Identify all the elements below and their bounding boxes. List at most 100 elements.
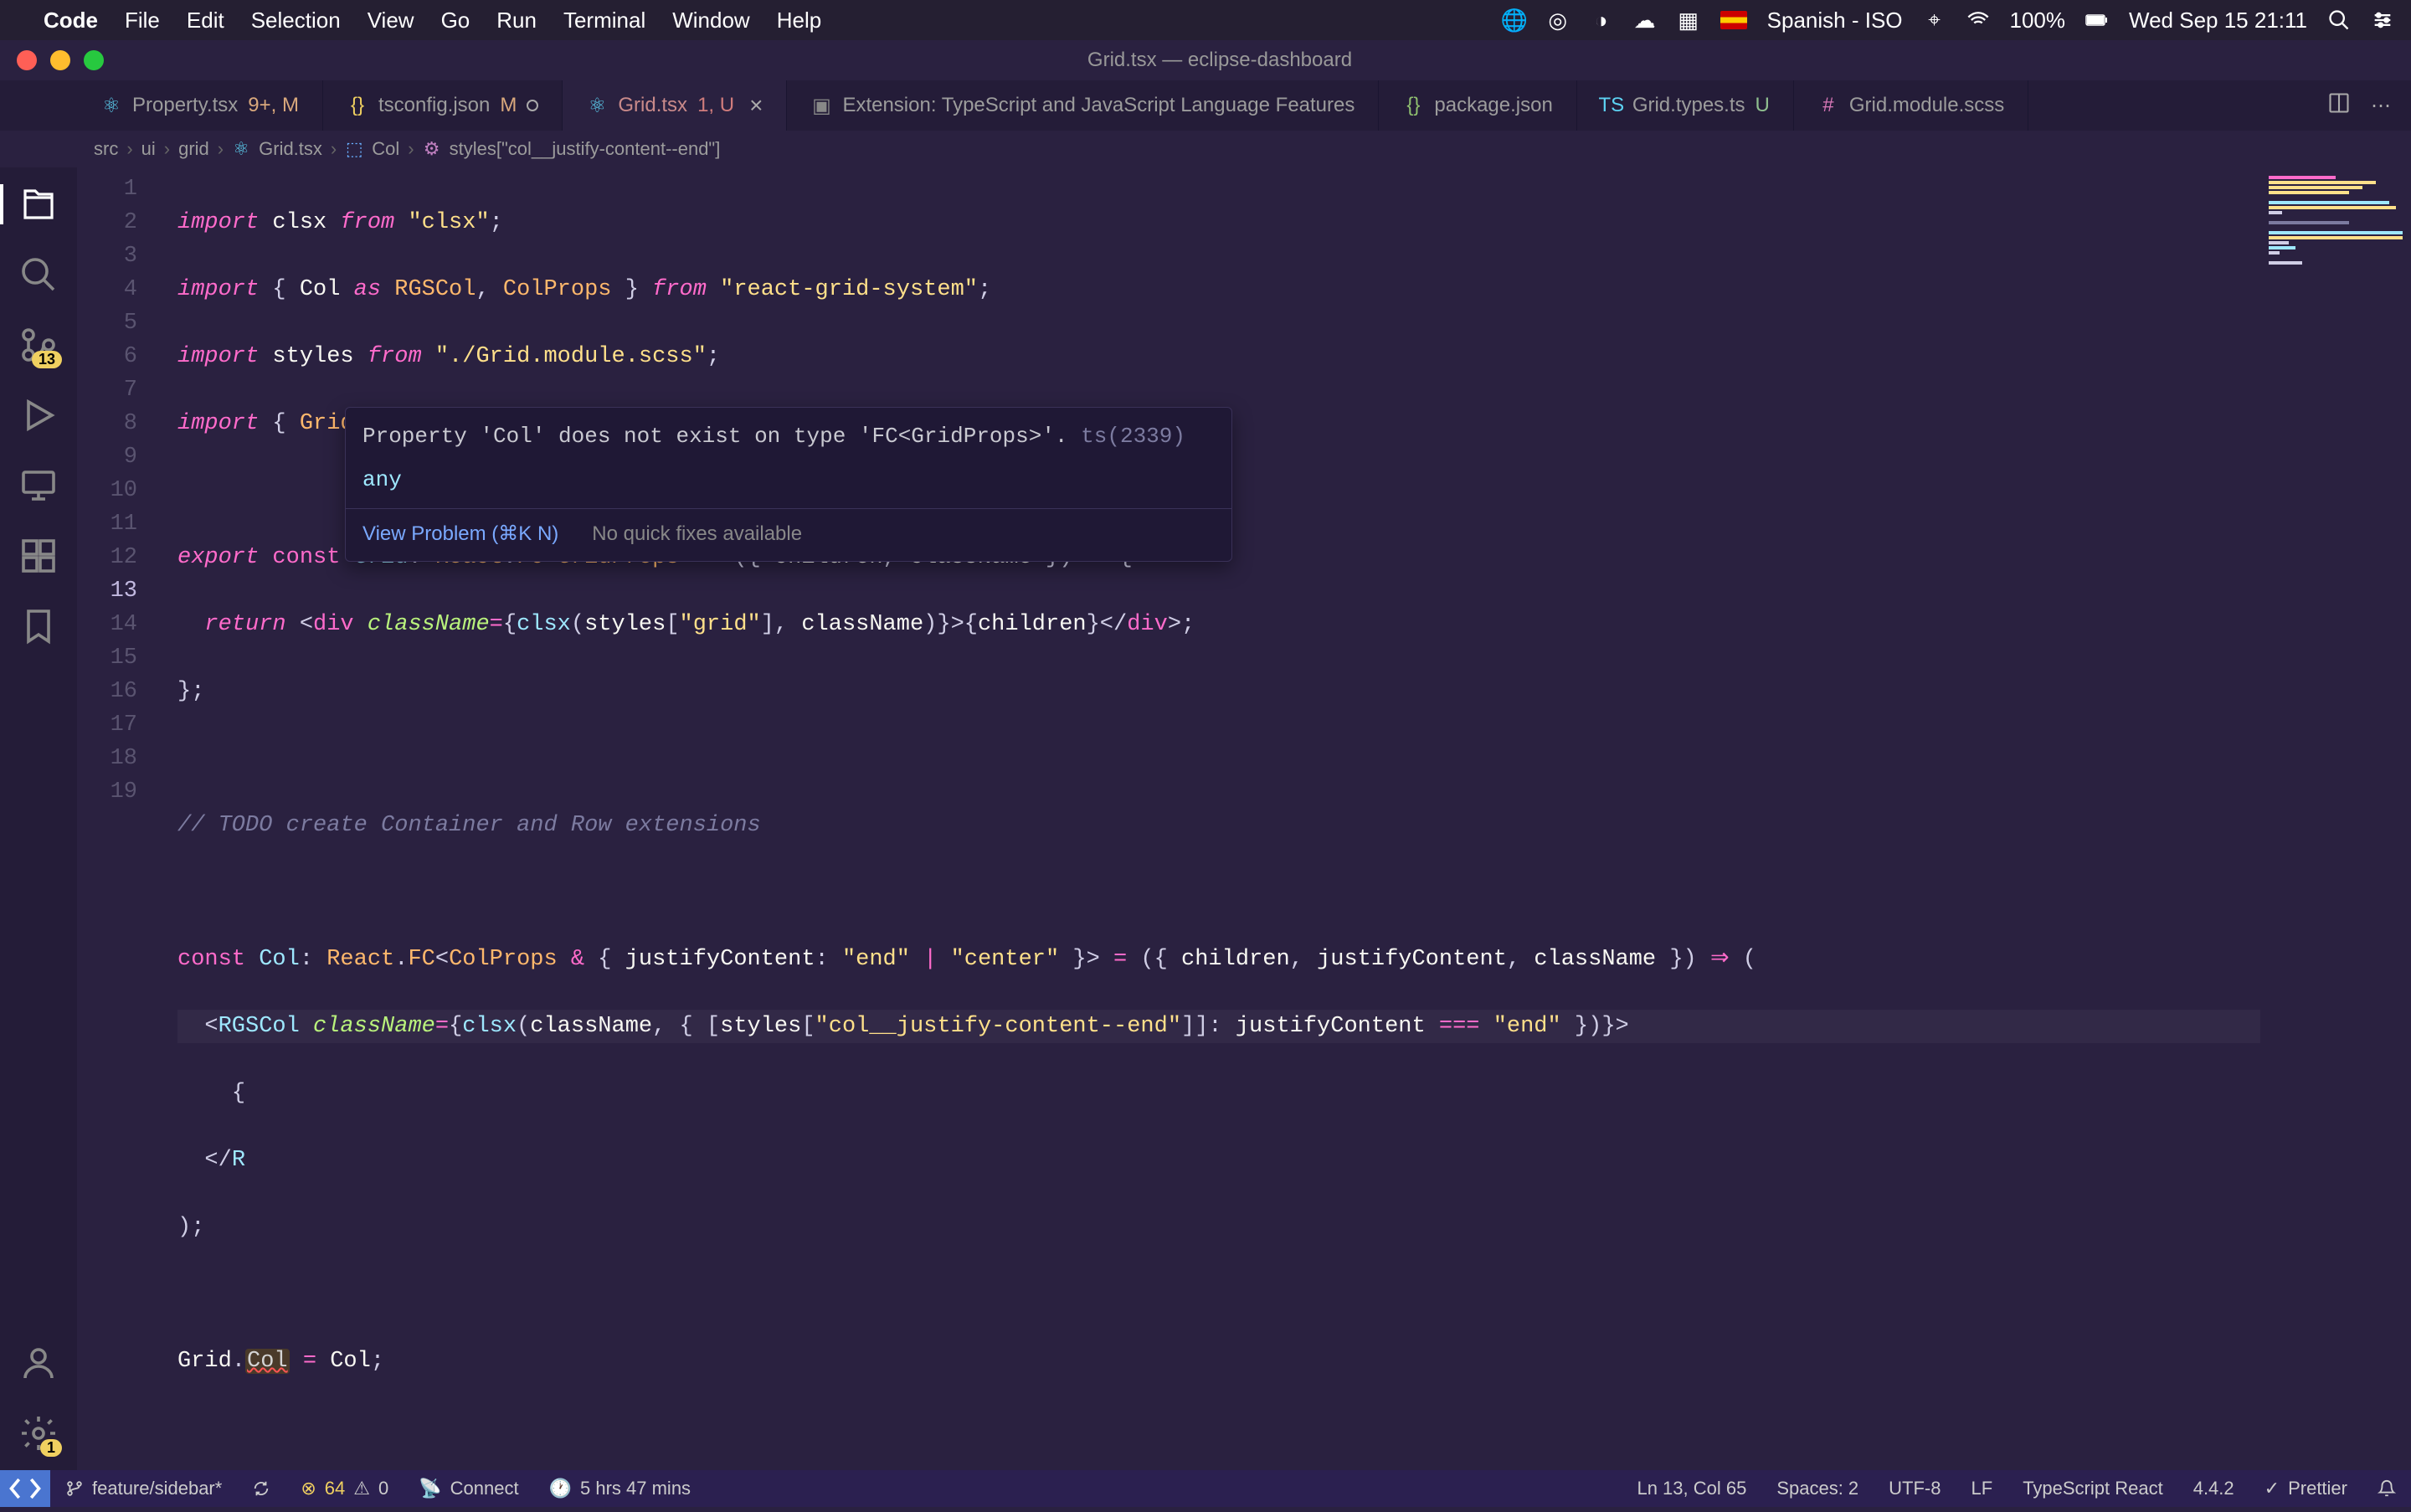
spotlight-icon[interactable]	[2327, 8, 2351, 32]
input-source-flag-icon[interactable]	[1720, 11, 1747, 29]
tab-grid-types[interactable]: TS Grid.types.ts U	[1577, 80, 1794, 131]
battery-icon[interactable]	[2085, 8, 2109, 32]
tab-close-button[interactable]: ×	[749, 92, 763, 119]
menu-run[interactable]: Run	[496, 8, 537, 33]
macos-menubar: Code File Edit Selection View Go Run Ter…	[0, 0, 2411, 40]
breadcrumb-item[interactable]: src	[94, 138, 118, 160]
menu-file[interactable]: File	[125, 8, 160, 33]
close-window-button[interactable]	[17, 50, 37, 70]
input-source-label[interactable]: Spanish - ISO	[1767, 8, 1903, 33]
breadcrumb[interactable]: src› ui› grid› ⚛ Grid.tsx› ⬚ Col› ⚙ styl…	[0, 131, 2411, 167]
app-name[interactable]: Code	[44, 8, 98, 33]
tab-tsconfig[interactable]: {} tsconfig.json M	[323, 80, 563, 131]
wifi-icon[interactable]	[1966, 8, 1990, 32]
editor-tabs: ⚛ Property.tsx 9+, M {} tsconfig.json M …	[0, 80, 2411, 131]
check-icon: ✓	[2264, 1478, 2280, 1499]
breadcrumb-item[interactable]: Col	[372, 138, 399, 160]
source-control-icon[interactable]: 13	[18, 325, 59, 365]
sync-icon	[252, 1479, 270, 1498]
prettier-indicator[interactable]: ✓ Prettier	[2249, 1478, 2362, 1499]
split-editor-icon[interactable]	[2327, 91, 2351, 121]
datetime[interactable]: Wed Sep 15 21:11	[2129, 8, 2307, 33]
notifications-icon[interactable]	[2362, 1479, 2411, 1498]
bookmarks-icon[interactable]	[18, 606, 59, 646]
line-number-gutter: 12345678910111213141516171819	[77, 167, 161, 809]
indentation[interactable]: Spaces: 2	[1761, 1478, 1874, 1499]
extensions-icon[interactable]	[18, 536, 59, 576]
menu-help[interactable]: Help	[777, 8, 821, 33]
more-actions-icon[interactable]: ⋯	[2371, 94, 2391, 118]
code-lines[interactable]: import clsx from "clsx"; import { Col as…	[77, 167, 2411, 1512]
explorer-icon[interactable]	[18, 184, 59, 224]
tab-suffix: U	[1756, 94, 1770, 117]
breadcrumb-item[interactable]: Grid.tsx	[259, 138, 322, 160]
problems-indicator[interactable]: ⊗64 ⚠0	[285, 1478, 404, 1499]
tab-label: Property.tsx	[132, 94, 238, 117]
branch-icon	[65, 1479, 84, 1498]
hover-message: Property 'Col' does not exist on type 'F…	[362, 424, 1068, 449]
ts-version[interactable]: 4.4.2	[2178, 1478, 2249, 1499]
search-icon[interactable]	[18, 255, 59, 295]
tab-package[interactable]: {} package.json	[1379, 80, 1576, 131]
minimize-window-button[interactable]	[50, 50, 70, 70]
tab-label: package.json	[1434, 94, 1552, 117]
tray-icon-4[interactable]: ▦	[1677, 8, 1700, 32]
tray-icon-2[interactable]: ◑	[1590, 8, 1613, 32]
react-file-icon: ⚛	[232, 140, 250, 158]
tab-suffix: M	[500, 94, 517, 117]
eol[interactable]: LF	[1956, 1478, 2008, 1499]
extension-icon: ▣	[810, 95, 832, 116]
tab-dirty-indicator	[527, 100, 538, 111]
tab-label: Extension: TypeScript and JavaScript Lan…	[842, 94, 1355, 117]
symbol-variable-icon: ⬚	[345, 140, 363, 158]
settings-gear-icon[interactable]: 1	[18, 1413, 59, 1453]
remote-explorer-icon[interactable]	[18, 465, 59, 506]
menu-selection[interactable]: Selection	[251, 8, 341, 33]
menu-view[interactable]: View	[368, 8, 414, 33]
tray-icon-1[interactable]: ◎	[1546, 8, 1570, 32]
accounts-icon[interactable]	[18, 1343, 59, 1383]
git-sync[interactable]	[237, 1479, 285, 1498]
battery-percent[interactable]: 100%	[2010, 8, 2066, 33]
react-file-icon: ⚛	[100, 95, 122, 116]
menu-edit[interactable]: Edit	[187, 8, 224, 33]
status-bar: feature/sidebar* ⊗64 ⚠0 📡 Connect 🕐 5 hr…	[0, 1470, 2411, 1507]
remote-indicator[interactable]	[0, 1470, 50, 1507]
code-editor[interactable]: 12345678910111213141516171819 import cls…	[77, 167, 2411, 1470]
language-mode[interactable]: TypeScript React	[2007, 1478, 2178, 1499]
time-tracker[interactable]: 🕐 5 hrs 47 mins	[534, 1478, 706, 1499]
minimap[interactable]	[2260, 167, 2411, 1470]
window-title: Grid.tsx — eclipse-dashboard	[1087, 49, 1352, 72]
hover-type: any	[346, 456, 1231, 500]
traffic-lights	[17, 50, 104, 70]
clock-icon: 🕐	[549, 1478, 572, 1499]
tray-icon-3[interactable]: ☁	[1633, 8, 1657, 32]
scm-badge: 13	[32, 351, 62, 368]
control-center-icon[interactable]	[2371, 8, 2394, 32]
menu-go[interactable]: Go	[441, 8, 470, 33]
bluetooth-icon[interactable]: ⌖	[1923, 8, 1946, 32]
tab-label: tsconfig.json	[378, 94, 490, 117]
json-file-icon: {}	[347, 95, 368, 116]
cursor-position[interactable]: Ln 13, Col 65	[1622, 1478, 1761, 1499]
view-problem-link[interactable]: View Problem (⌘K N)	[362, 517, 558, 551]
error-icon: ⊗	[301, 1478, 316, 1499]
tab-grid[interactable]: ⚛ Grid.tsx 1, U ×	[563, 80, 787, 131]
tab-property[interactable]: ⚛ Property.tsx 9+, M	[77, 80, 323, 131]
zoom-window-button[interactable]	[84, 50, 104, 70]
connect-button[interactable]: 📡 Connect	[404, 1478, 533, 1499]
breadcrumb-item[interactable]: ui	[141, 138, 156, 160]
tab-suffix: 9+, M	[248, 94, 299, 117]
tab-grid-scss[interactable]: # Grid.module.scss	[1794, 80, 2028, 131]
ac-globe-icon[interactable]: 🌐	[1503, 8, 1526, 32]
run-debug-icon[interactable]	[18, 395, 59, 435]
tab-extension[interactable]: ▣ Extension: TypeScript and JavaScript L…	[787, 80, 1379, 131]
tab-label: Grid.module.scss	[1849, 94, 2004, 117]
encoding[interactable]: UTF-8	[1874, 1478, 1956, 1499]
breadcrumb-item[interactable]: styles["col__justify-content--end"]	[450, 138, 721, 160]
git-branch[interactable]: feature/sidebar*	[50, 1478, 237, 1499]
menu-window[interactable]: Window	[672, 8, 749, 33]
menu-terminal[interactable]: Terminal	[563, 8, 645, 33]
breadcrumb-item[interactable]: grid	[178, 138, 209, 160]
activity-bar: 13 1	[0, 167, 77, 1470]
